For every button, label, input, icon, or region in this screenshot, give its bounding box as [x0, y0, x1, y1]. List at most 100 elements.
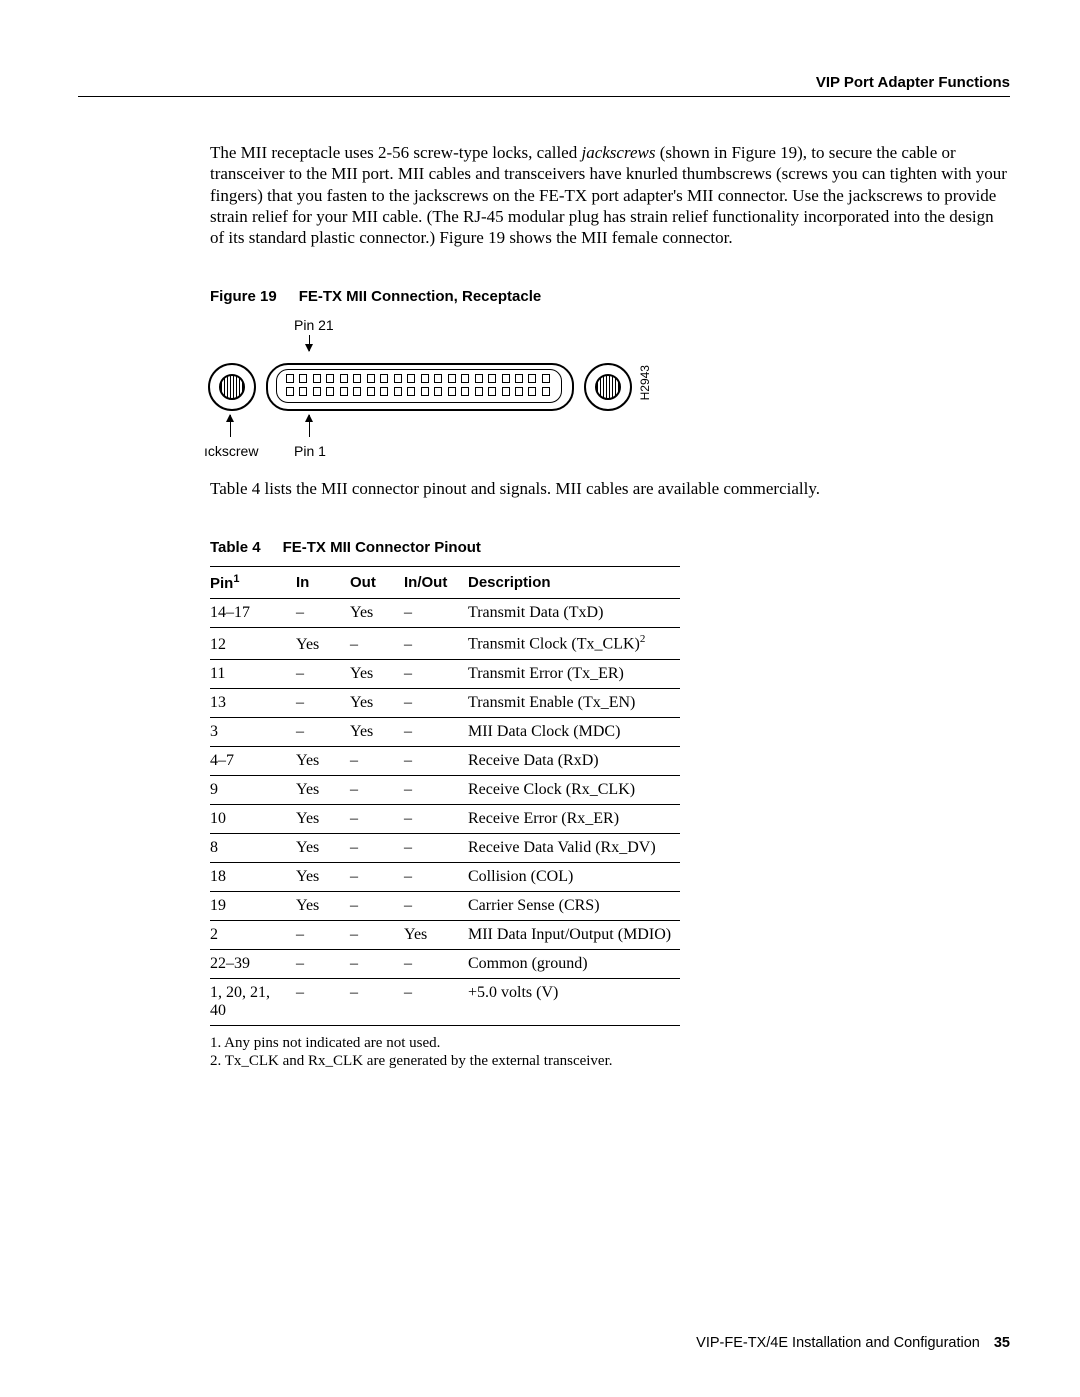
cell-out: –: [350, 978, 404, 1025]
table-row: 1, 20, 21, 40–––+5.0 volts (V): [210, 978, 680, 1025]
cell-out: Yes: [350, 599, 404, 628]
cell-desc: Transmit Enable (Tx_EN): [468, 688, 680, 717]
cell-in: –: [296, 949, 350, 978]
cell-out: Yes: [350, 717, 404, 746]
cell-pin: 11: [210, 659, 296, 688]
th-pin-sup: 1: [233, 573, 239, 585]
pin-row-top-icon: [286, 374, 550, 383]
cell-pin: 10: [210, 804, 296, 833]
cell-inout: –: [404, 746, 468, 775]
cell-inout: –: [404, 833, 468, 862]
cell-out: –: [350, 862, 404, 891]
figure-code: H2943: [638, 365, 652, 400]
table-row: 12Yes––Transmit Clock (Tx_CLK)2: [210, 628, 680, 659]
cell-out: –: [350, 746, 404, 775]
cell-inout: –: [404, 628, 468, 659]
cell-pin: 12: [210, 628, 296, 659]
cell-out: Yes: [350, 688, 404, 717]
body-text: The MII receptacle uses 2-56 screw-type …: [210, 142, 1010, 248]
table-row: 10Yes––Receive Error (Rx_ER): [210, 804, 680, 833]
cell-inout: –: [404, 978, 468, 1025]
table-footnotes: 1. Any pins not indicated are not used. …: [210, 1034, 1010, 1070]
jackscrew-arrow-icon: [230, 415, 231, 437]
figure-19-drawing: Pin 21 ıckscrew Pin 1 H2943: [204, 315, 764, 465]
cell-desc: Collision (COL): [468, 862, 680, 891]
cell-inout: –: [404, 688, 468, 717]
cell-inout: –: [404, 891, 468, 920]
cell-in: –: [296, 599, 350, 628]
table-row: 14–17–Yes–Transmit Data (TxD): [210, 599, 680, 628]
cell-inout: –: [404, 775, 468, 804]
footnote-1: 1. Any pins not indicated are not used.: [210, 1034, 1010, 1052]
cell-desc: MII Data Input/Output (MDIO): [468, 920, 680, 949]
cell-in: Yes: [296, 628, 350, 659]
cell-in: Yes: [296, 775, 350, 804]
cell-in: –: [296, 717, 350, 746]
table-caption: Table 4FE-TX MII Connector Pinout: [210, 539, 1010, 556]
paragraph-2: Table 4 lists the MII connector pinout a…: [210, 479, 1010, 499]
paragraph-1: The MII receptacle uses 2-56 screw-type …: [210, 142, 1010, 248]
cell-in: Yes: [296, 833, 350, 862]
table-row: 3–Yes–MII Data Clock (MDC): [210, 717, 680, 746]
figure-label: Figure 19: [210, 288, 277, 305]
cell-inout: –: [404, 804, 468, 833]
cell-pin: 4–7: [210, 746, 296, 775]
cell-out: –: [350, 628, 404, 659]
cell-out: –: [350, 891, 404, 920]
cell-in: Yes: [296, 746, 350, 775]
cell-in: Yes: [296, 891, 350, 920]
cell-out: –: [350, 833, 404, 862]
pinout-table: Pin1 In Out In/Out Description 14–17–Yes…: [210, 566, 680, 1025]
table-header-row: Pin1 In Out In/Out Description: [210, 567, 680, 599]
footnote-2: 2. Tx_CLK and Rx_CLK are generated by th…: [210, 1052, 1010, 1070]
cell-pin: 1, 20, 21, 40: [210, 978, 296, 1025]
para1-a: The MII receptacle uses 2-56 screw-type …: [210, 143, 581, 162]
cell-out: –: [350, 775, 404, 804]
cell-in: –: [296, 978, 350, 1025]
cell-desc: Carrier Sense (CRS): [468, 891, 680, 920]
jackscrews-word: jackscrews: [581, 143, 655, 162]
th-inout: In/Out: [404, 567, 468, 599]
cell-in: –: [296, 920, 350, 949]
figure-caption: Figure 19FE-TX MII Connection, Receptacl…: [210, 288, 1010, 305]
cell-inout: –: [404, 862, 468, 891]
cell-inout: Yes: [404, 920, 468, 949]
cell-out: –: [350, 804, 404, 833]
cell-out: –: [350, 920, 404, 949]
cell-pin: 13: [210, 688, 296, 717]
cell-out: Yes: [350, 659, 404, 688]
table-row: 2––YesMII Data Input/Output (MDIO): [210, 920, 680, 949]
th-pin: Pin1: [210, 567, 296, 599]
cell-pin: 8: [210, 833, 296, 862]
table-row: 13–Yes–Transmit Enable (Tx_EN): [210, 688, 680, 717]
cell-desc: MII Data Clock (MDC): [468, 717, 680, 746]
cell-pin: 14–17: [210, 599, 296, 628]
cell-desc: Receive Clock (Rx_CLK): [468, 775, 680, 804]
cell-pin: 22–39: [210, 949, 296, 978]
table-row: 9Yes––Receive Clock (Rx_CLK): [210, 775, 680, 804]
jackscrew-label: ıckscrew: [204, 443, 258, 459]
jackscrew-left-icon: [208, 363, 256, 411]
pin-row-bottom-icon: [286, 387, 550, 396]
cell-desc: Transmit Clock (Tx_CLK)2: [468, 628, 680, 659]
jackscrew-right-icon: [584, 363, 632, 411]
th-out: Out: [350, 567, 404, 599]
th-pin-text: Pin: [210, 575, 233, 592]
table-title: FE-TX MII Connector Pinout: [283, 539, 481, 556]
page: VIP Port Adapter Functions The MII recep…: [0, 0, 1080, 1397]
cell-desc-sup: 2: [640, 633, 646, 645]
cell-pin: 19: [210, 891, 296, 920]
cell-in: –: [296, 688, 350, 717]
table-row: 4–7Yes––Receive Data (RxD): [210, 746, 680, 775]
table-row: 11–Yes–Transmit Error (Tx_ER): [210, 659, 680, 688]
pin21-arrow-icon: [309, 335, 310, 351]
table-row: 22–39–––Common (ground): [210, 949, 680, 978]
cell-in: Yes: [296, 862, 350, 891]
footer-page-number: 35: [994, 1335, 1010, 1351]
pin1-arrow-icon: [309, 415, 310, 437]
running-header: VIP Port Adapter Functions: [816, 74, 1010, 91]
cell-pin: 2: [210, 920, 296, 949]
cell-desc: +5.0 volts (V): [468, 978, 680, 1025]
cell-inout: –: [404, 717, 468, 746]
table-body: 14–17–Yes–Transmit Data (TxD)12Yes––Tran…: [210, 599, 680, 1025]
